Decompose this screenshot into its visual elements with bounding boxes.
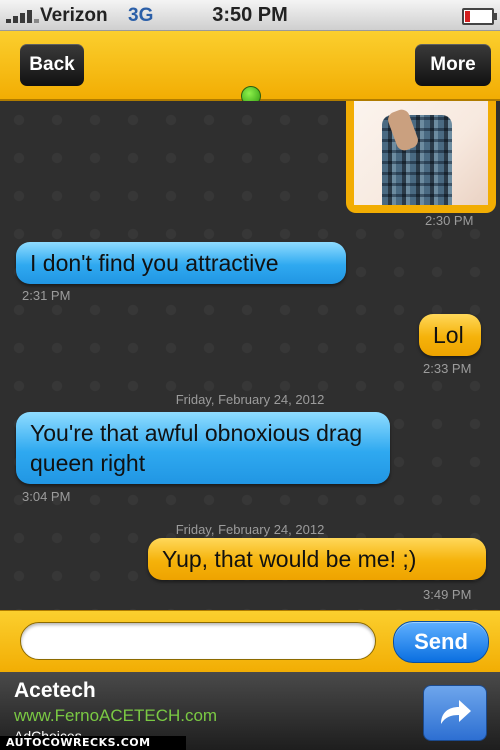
message-time: 3:04 PM <box>22 489 71 504</box>
battery-level <box>465 11 470 22</box>
sent-message-bubble[interactable]: Lol <box>419 314 488 356</box>
ad-title[interactable]: Acetech <box>14 679 96 703</box>
send-button-label: Send <box>414 629 468 654</box>
back-button[interactable]: Back <box>20 44 84 86</box>
message-time: 2:33 PM <box>423 361 472 376</box>
chat-thread[interactable]: 2:30 PM I don't find you attractive 2:31… <box>0 101 500 610</box>
status-time: 3:50 PM <box>212 4 288 26</box>
message-time: 2:30 PM <box>425 213 474 228</box>
share-arrow-icon <box>441 700 471 724</box>
message-input[interactable] <box>20 622 376 660</box>
more-button[interactable]: More <box>415 44 491 86</box>
message-text: You're that awful obnoxious drag queen r… <box>30 420 363 476</box>
received-message-bubble[interactable]: I don't find you attractive <box>9 242 346 284</box>
message-text: Yup, that would be me! ;) <box>162 546 417 572</box>
message-time: 2:31 PM <box>22 288 71 303</box>
send-button[interactable]: Send <box>393 621 489 663</box>
battery-icon <box>462 8 497 25</box>
more-button-label: More <box>430 54 476 75</box>
back-button-label: Back <box>29 54 75 75</box>
share-arrow-button[interactable] <box>423 685 487 741</box>
message-composer: Send <box>0 610 500 673</box>
date-separator: Friday, February 24, 2012 <box>175 392 325 407</box>
message-text: Lol <box>433 322 464 348</box>
ad-url[interactable]: www.FernoACETECH.com <box>14 706 217 726</box>
photo-thumbnail[interactable] <box>354 101 488 205</box>
message-time: 3:49 PM <box>423 587 472 602</box>
site-watermark: AUTOCOWRECKS.COM <box>0 736 186 750</box>
date-separator: Friday, February 24, 2012 <box>175 522 325 537</box>
sent-message-bubble[interactable]: Yup, that would be me! ;) <box>148 538 493 580</box>
photo-message[interactable] <box>346 101 496 213</box>
status-bar: Verizon 3G 3:50 PM <box>0 0 500 31</box>
nav-bar: Back More <box>0 31 500 106</box>
photo-subject <box>382 107 452 205</box>
message-text: I don't find you attractive <box>30 250 279 276</box>
received-message-bubble[interactable]: You're that awful obnoxious drag queen r… <box>9 412 390 484</box>
